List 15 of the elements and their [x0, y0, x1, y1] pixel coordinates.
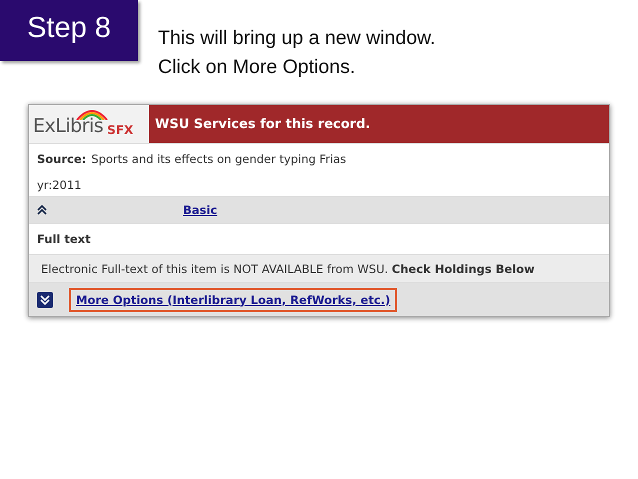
availability-notice: Electronic Full-text of this item is NOT AVAILABLE from WSU. Check Holdings Below [41, 262, 535, 276]
logo-product: SFX [107, 123, 134, 137]
expand-icon[interactable] [37, 292, 53, 308]
basic-link[interactable]: Basic [183, 203, 218, 217]
logo-name: ExLibris [33, 115, 104, 137]
step-label: Step 8 [0, 0, 138, 61]
instruction-text: Click on More Options. [158, 55, 356, 80]
full-text-heading: Full text [37, 232, 91, 246]
source-label: Source: [37, 152, 86, 166]
collapse-icon[interactable] [37, 205, 47, 215]
source-value: Sports and its effects on gender typing Frias [91, 152, 346, 166]
year-text: yr:2011 [37, 178, 82, 192]
header-title: WSU Services for this record. [149, 105, 609, 143]
more-options-link[interactable]: More Options (Interlibrary Loan, RefWorks, etc.) [69, 288, 398, 312]
instruction-text: This will bring up a new window. [158, 26, 436, 51]
